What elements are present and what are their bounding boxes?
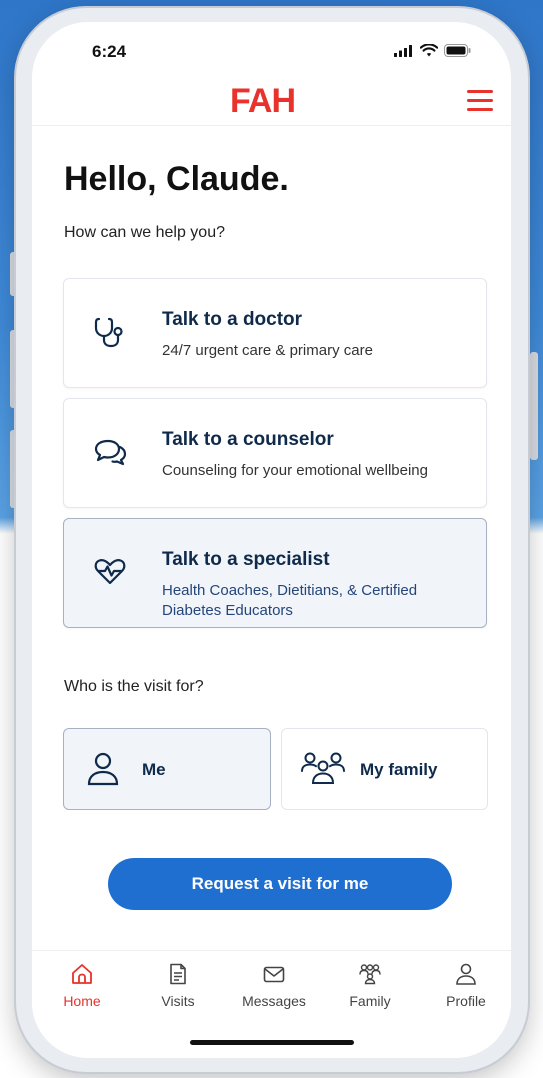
app-screen: 6:24 FAH Hello, Claude. How can we help … [32, 22, 511, 1058]
app-header: FAH [32, 74, 511, 126]
phone-power-button [530, 352, 538, 460]
card-title: Talk to a counselor [162, 429, 334, 450]
status-time: 6:24 [92, 42, 127, 61]
visit-for-family-option[interactable]: My family [281, 728, 488, 810]
battery-icon [444, 44, 471, 57]
talk-to-specialist-card[interactable]: Talk to a specialist Health Coaches, Die… [63, 518, 487, 628]
card-description: 24/7 urgent care & primary care [162, 342, 373, 359]
cellular-signal-icon [394, 44, 412, 57]
tab-label: Family [349, 993, 391, 1009]
tab-label: Messages [242, 993, 306, 1009]
request-visit-button[interactable]: Request a visit for me [108, 858, 452, 910]
tab-family[interactable]: Family [330, 963, 410, 1009]
fah-logo[interactable]: FAH [230, 82, 314, 118]
visit-for-label: Who is the visit for? [64, 678, 204, 695]
home-indicator [190, 1040, 354, 1045]
menu-line [467, 90, 493, 93]
page-subtitle: How can we help you? [64, 224, 225, 241]
home-icon [72, 964, 92, 984]
document-icon [170, 963, 186, 985]
family-icon [301, 752, 345, 784]
svg-text:FAH: FAH [230, 82, 295, 118]
tab-visits[interactable]: Visits [138, 963, 218, 1009]
talk-to-counselor-card[interactable]: Talk to a counselor Counseling for your … [63, 398, 487, 508]
family-icon [359, 964, 381, 985]
envelope-icon [263, 966, 285, 983]
status-icons [394, 44, 471, 57]
wifi-icon [420, 44, 438, 57]
option-label: My family [360, 760, 438, 779]
stethoscope-icon [94, 317, 123, 348]
talk-to-doctor-card[interactable]: Talk to a doctor 24/7 urgent care & prim… [63, 278, 487, 388]
card-title: Talk to a doctor [162, 309, 303, 330]
person-icon [87, 752, 119, 786]
visit-for-me-option[interactable]: Me [63, 728, 271, 810]
tab-messages[interactable]: Messages [234, 963, 314, 1009]
option-label: Me [142, 760, 166, 779]
chat-bubbles-icon [94, 439, 127, 466]
menu-line [467, 108, 493, 111]
hamburger-menu-button[interactable] [467, 90, 493, 112]
heart-pulse-icon [94, 559, 126, 585]
card-title: Talk to a specialist [162, 549, 330, 570]
card-description: Health Coaches, Dietitians, & Certified … [162, 582, 418, 619]
menu-line [467, 99, 493, 102]
status-bar: 6:24 [32, 22, 511, 74]
page-title: Hello, Claude. [64, 160, 289, 198]
tab-profile[interactable]: Profile [426, 963, 506, 1009]
tab-label: Visits [161, 993, 195, 1009]
tab-label: Home [63, 993, 101, 1009]
person-icon [456, 963, 476, 985]
tab-label: Profile [446, 993, 486, 1009]
card-description: Counseling for your emotional wellbeing [162, 462, 428, 479]
tab-home[interactable]: Home [42, 963, 122, 1009]
